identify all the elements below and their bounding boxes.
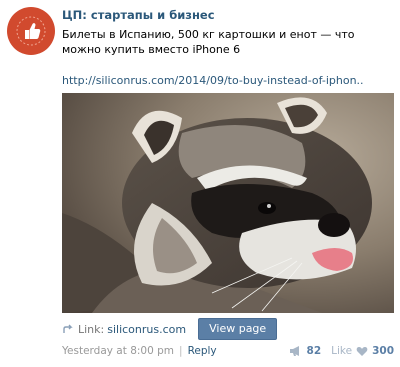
view-page-button[interactable]: View page xyxy=(198,318,278,340)
post-url-link[interactable]: http://siliconrus.com/2014/09/to-buy-ins… xyxy=(62,74,394,88)
footer-separator: | xyxy=(179,345,183,357)
link-label: Link: xyxy=(78,322,105,336)
like-label: Like xyxy=(331,345,353,357)
share-arrow-icon xyxy=(63,324,73,333)
attachment-row: Link: siliconrus.com View page xyxy=(62,318,278,340)
repost-button[interactable]: 82 xyxy=(289,345,322,357)
like-count: 300 xyxy=(372,345,394,357)
post-content: ЦП: стартапы и бизнес Билеты в Испанию, … xyxy=(62,8,394,88)
group-name-link[interactable]: ЦП: стартапы и бизнес xyxy=(62,8,394,22)
repost-count: 82 xyxy=(306,345,322,357)
heart-icon xyxy=(356,346,368,356)
post-photo-raccoon[interactable] xyxy=(62,93,394,313)
link-domain[interactable]: siliconrus.com xyxy=(107,323,186,336)
post-timestamp[interactable]: Yesterday at 8:00 pm xyxy=(62,345,174,357)
raccoon-image xyxy=(62,93,394,313)
post-text: Билеты в Испанию, 500 кг картошки и енот… xyxy=(62,28,355,56)
like-button[interactable]: Like 300 xyxy=(331,345,394,357)
post-footer: Yesterday at 8:00 pm | Reply 82 Like 300 xyxy=(62,345,394,357)
reply-link[interactable]: Reply xyxy=(188,345,217,357)
group-avatar[interactable] xyxy=(7,7,55,55)
megaphone-icon xyxy=(289,346,299,356)
thumbs-up-icon xyxy=(16,16,46,46)
post-stats: 82 Like 300 xyxy=(289,345,394,357)
